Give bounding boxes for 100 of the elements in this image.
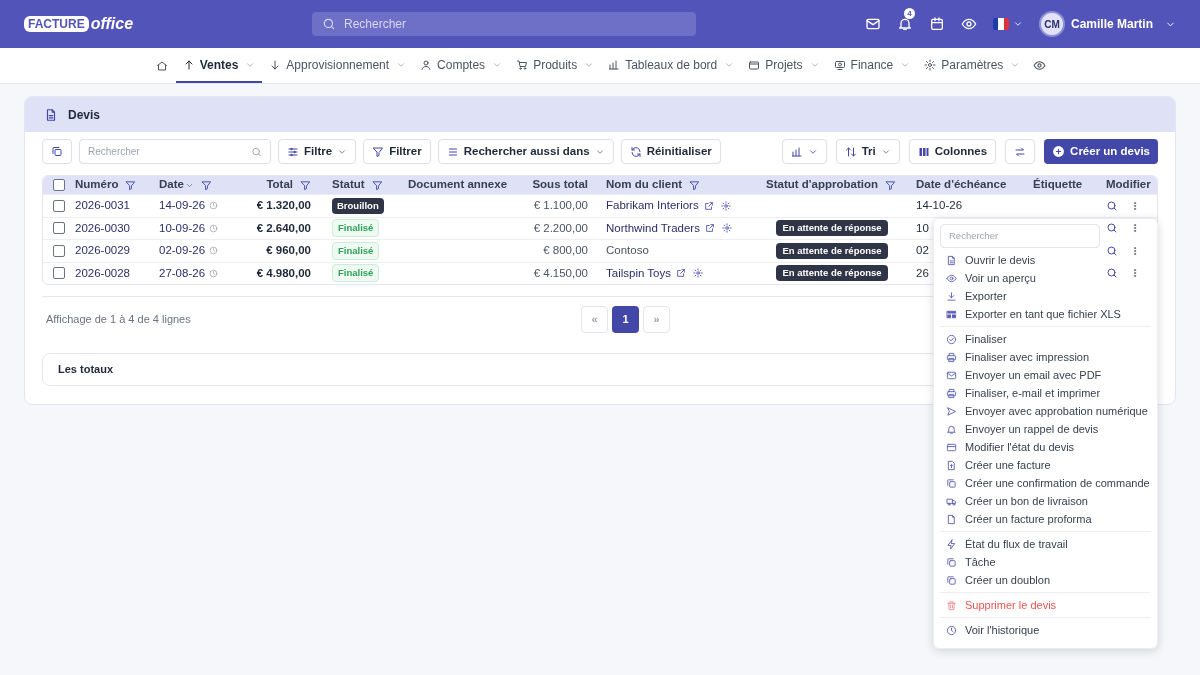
nav-tab[interactable]: Ventes: [175, 48, 263, 83]
subtotal-cell: € 2.200,00: [533, 221, 588, 234]
page-button[interactable]: 1: [612, 306, 639, 333]
create-quote-button[interactable]: Créer un devis: [1044, 139, 1158, 164]
cart-icon: [516, 58, 529, 71]
gear-icon: [720, 200, 731, 211]
menu-item[interactable]: Modifier l'état du devis: [940, 438, 1151, 456]
column-header[interactable]: Nom du client: [606, 176, 683, 194]
column-header[interactable]: Date: [159, 176, 184, 194]
column-header[interactable]: Document annexe: [408, 176, 508, 194]
toolbar-button[interactable]: Rechercher aussi dans: [437, 139, 614, 164]
toolbar-button[interactable]: Filtre: [278, 139, 357, 164]
client-link[interactable]: Northwind Traders: [606, 219, 700, 237]
toolbar-button[interactable]: Réinitialiser: [620, 139, 721, 164]
menu-item[interactable]: Finaliser avec impression: [940, 348, 1151, 366]
plus-icon: [1052, 145, 1066, 158]
logo-word: office: [90, 14, 134, 34]
quote-number-link[interactable]: 2026-0029: [75, 244, 130, 257]
nav-tab[interactable]: Paramètres: [917, 48, 1028, 83]
quote-number-link[interactable]: 2026-0030: [75, 221, 130, 234]
menu-item[interactable]: Finaliser: [940, 330, 1151, 348]
approval-badge: En attente de réponse: [776, 265, 888, 282]
column-header[interactable]: Sous total: [532, 176, 588, 194]
chart-button[interactable]: [781, 139, 827, 164]
column-header[interactable]: Date d'échéance: [916, 176, 1007, 194]
menu-item[interactable]: Créer une confirmation de commande: [940, 474, 1151, 492]
menu-item[interactable]: Créer une facture: [940, 456, 1151, 474]
app-logo[interactable]: FACTURE office: [24, 12, 312, 36]
menu-item[interactable]: Envoyer un email avec PDF: [940, 366, 1151, 384]
client-link[interactable]: Tailspin Toys: [606, 264, 671, 282]
external-link-icon: [704, 223, 715, 234]
menu-search-field[interactable]: Rechercher: [949, 228, 1091, 244]
menu-search-field[interactable]: Rechercher: [940, 224, 1100, 248]
menu-item[interactable]: Créer un bon de livraison: [940, 492, 1151, 510]
eye-icon: [946, 272, 957, 284]
date-cell-text: 14-09-26: [159, 198, 206, 214]
nav-tab[interactable]: Tableaux de bord: [601, 48, 742, 83]
checkbox[interactable]: [53, 267, 65, 280]
menu-item[interactable]: Envoyer un rappel de devis: [940, 420, 1151, 438]
total-cell: € 4.980,00: [256, 266, 311, 279]
nav-tab[interactable]: Projets: [741, 48, 827, 83]
column-header[interactable]: Étiquette: [1033, 176, 1083, 194]
nav-tab[interactable]: Approvisionnement: [262, 48, 414, 83]
filter-icon: [125, 179, 137, 191]
checkbox[interactable]: [53, 222, 65, 235]
quote-number-link[interactable]: 2026-0031: [75, 199, 130, 212]
document-icon: [44, 107, 58, 122]
search-field[interactable]: Rechercher: [79, 139, 271, 164]
user-icon: [420, 58, 433, 71]
column-header[interactable]: Total: [266, 176, 293, 194]
checkbox[interactable]: [53, 244, 65, 257]
menu-item[interactable]: Envoyer avec approbation numérique: [940, 402, 1151, 420]
filter-icon: [371, 179, 383, 191]
menu-item[interactable]: Exporter: [940, 287, 1151, 305]
search-field[interactable]: Rechercher: [88, 144, 251, 159]
swap-button[interactable]: [1005, 139, 1036, 164]
column-header[interactable]: Statut: [332, 176, 365, 194]
window-icon: [748, 58, 761, 71]
notification-count: 4: [903, 8, 915, 19]
flag-icon[interactable]: [992, 18, 1009, 30]
sort-button[interactable]: Tri: [835, 139, 900, 164]
quote-number-link[interactable]: 2026-0028: [75, 266, 130, 279]
menu-item[interactable]: Exporter en tant que fichier XLS: [940, 305, 1151, 323]
gear-icon: [693, 268, 703, 279]
checkbox[interactable]: [53, 179, 65, 191]
search-field[interactable]: Rechercher: [312, 12, 696, 36]
approval-badge: En attente de réponse: [776, 220, 888, 237]
nav-tab[interactable]: Finance: [826, 48, 918, 83]
swap-icon: [1014, 145, 1027, 158]
clock-icon: [209, 268, 219, 278]
toolbar-button[interactable]: Filtrer: [363, 139, 431, 164]
menu-item[interactable]: Créer un facture proforma: [940, 510, 1151, 528]
total-cell: € 1.320,00: [256, 199, 311, 212]
user-menu[interactable]: CM Camille Martin: [1038, 11, 1176, 37]
menu-item[interactable]: Créer un doublon: [940, 571, 1151, 589]
menu-item[interactable]: Supprimer le devis: [940, 596, 1151, 614]
column-header[interactable]: Numéro: [75, 176, 119, 194]
subtotal-cell: € 800,00: [543, 244, 588, 257]
search-field[interactable]: Rechercher: [344, 15, 686, 33]
client-link[interactable]: Fabrikam Interiors: [606, 197, 699, 215]
mail-icon: [864, 16, 881, 32]
menu-item[interactable]: Finaliser, e-mail et imprimer: [940, 384, 1151, 402]
document-icon: [946, 254, 957, 266]
column-header[interactable]: Modifier: [1106, 176, 1151, 194]
menu-item[interactable]: Voir un aperçu: [940, 269, 1151, 287]
date-cell-text: 02-09-26: [159, 243, 206, 259]
column-header[interactable]: Statut d'approbation: [766, 176, 878, 194]
menu-item[interactable]: Voir l'historique: [940, 621, 1151, 639]
nav-tab[interactable]: Produits: [509, 48, 602, 83]
totals-title: Les totaux: [58, 362, 113, 378]
nav-tab[interactable]: Comptes: [413, 48, 510, 83]
copy-icon: [946, 574, 957, 586]
eye-icon: [1033, 59, 1047, 72]
checkbox[interactable]: [53, 199, 65, 212]
menu-item[interactable]: Tâche: [940, 553, 1151, 571]
copy-button[interactable]: [42, 139, 72, 164]
columns-button[interactable]: Colonnes: [908, 139, 997, 164]
menu-item[interactable]: Ouvrir le devis: [940, 251, 1151, 269]
menu-item[interactable]: État du flux de travail: [940, 535, 1151, 553]
chevron-icon: [1012, 19, 1023, 29]
